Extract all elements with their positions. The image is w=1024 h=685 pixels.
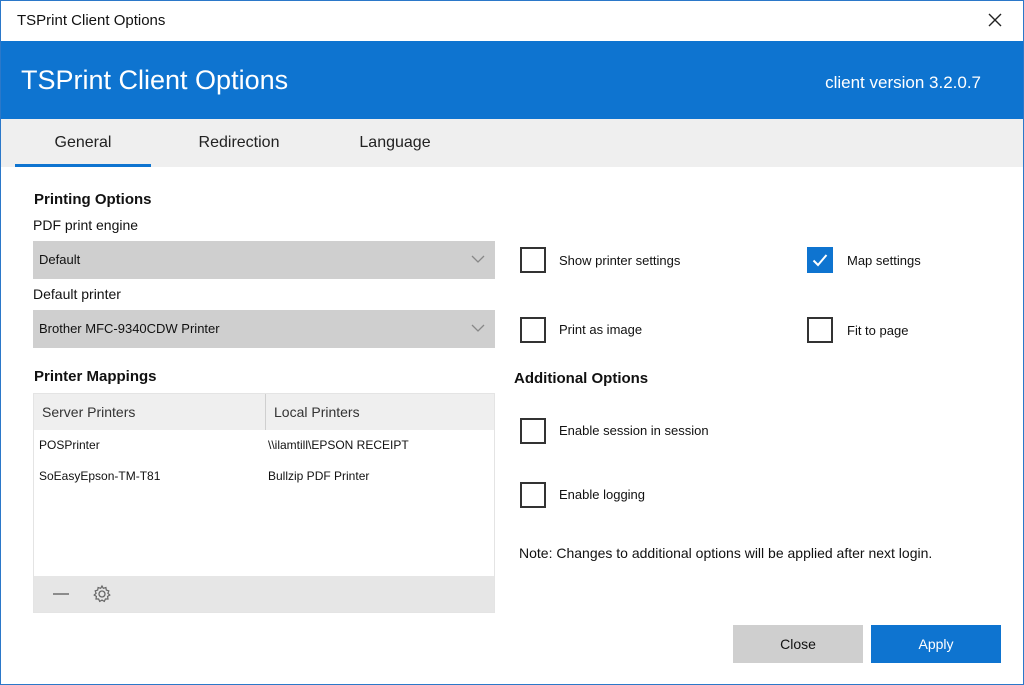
table-row[interactable]: SoEasyEpson-TM-T81 Bullzip PDF Printer bbox=[34, 462, 494, 492]
pdf-engine-select[interactable]: Default bbox=[33, 241, 495, 279]
column-header-server[interactable]: Server Printers bbox=[42, 404, 135, 420]
tab-redirection[interactable]: Redirection bbox=[171, 119, 307, 167]
minus-icon[interactable] bbox=[51, 584, 71, 604]
pdf-engine-value: Default bbox=[39, 252, 81, 267]
fit-to-page-label: Fit to page bbox=[847, 323, 909, 338]
default-printer-value: Brother MFC-9340CDW Printer bbox=[39, 321, 220, 336]
server-printer-cell: POSPrinter bbox=[39, 438, 100, 452]
enable-logging-checkbox[interactable] bbox=[520, 482, 546, 508]
fit-to-page-checkbox[interactable] bbox=[807, 317, 833, 343]
enable-session-checkbox[interactable] bbox=[520, 418, 546, 444]
client-version: client version 3.2.0.7 bbox=[825, 73, 981, 92]
show-printer-settings-checkbox[interactable] bbox=[520, 247, 546, 273]
tab-language[interactable]: Language bbox=[327, 119, 463, 167]
print-as-image-checkbox[interactable] bbox=[520, 317, 546, 343]
print-as-image-label: Print as image bbox=[559, 322, 643, 337]
show-printer-settings-label: Show printer settings bbox=[559, 253, 681, 268]
printer-mappings-title: Printer Mappings bbox=[34, 368, 157, 385]
column-divider bbox=[265, 394, 266, 430]
pdf-engine-label: PDF print engine bbox=[33, 217, 139, 233]
apply-button[interactable]: Apply bbox=[871, 625, 1001, 663]
tab-strip: General Redirection Language bbox=[1, 119, 1023, 167]
window-title: TSPrint Client Options bbox=[17, 12, 166, 29]
tab-general[interactable]: General bbox=[15, 119, 151, 167]
table-toolbar bbox=[34, 576, 494, 612]
column-header-local[interactable]: Local Printers bbox=[274, 404, 360, 420]
header-banner: TSPrint Client Options client version 3.… bbox=[1, 41, 1023, 119]
enable-session-label: Enable session in session bbox=[559, 423, 709, 438]
enable-logging-label: Enable logging bbox=[559, 487, 646, 502]
additional-options-title: Additional Options bbox=[514, 370, 649, 387]
header-title: TSPrint Client Options bbox=[21, 65, 289, 95]
default-printer-select[interactable]: Brother MFC-9340CDW Printer bbox=[33, 310, 495, 348]
printer-mappings-table: Server Printers Local Printers POSPrinte… bbox=[33, 393, 495, 613]
local-printer-cell: Bullzip PDF Printer bbox=[268, 469, 370, 483]
default-printer-label: Default printer bbox=[33, 286, 121, 302]
checkmark-icon bbox=[812, 254, 828, 267]
options-window: TSPrint Client Options TSPrint Client Op… bbox=[0, 0, 1024, 685]
table-header: Server Printers Local Printers bbox=[34, 394, 494, 430]
close-button[interactable]: Close bbox=[733, 625, 863, 663]
local-printer-cell: \\ilamtill\EPSON RECEIPT bbox=[268, 438, 409, 452]
server-printer-cell: SoEasyEpson-TM-T81 bbox=[39, 469, 161, 483]
chevron-down-icon bbox=[471, 324, 485, 332]
map-settings-checkbox[interactable] bbox=[807, 247, 833, 273]
map-settings-label: Map settings bbox=[847, 253, 921, 268]
title-bar: TSPrint Client Options bbox=[1, 1, 1023, 41]
table-row[interactable]: POSPrinter \\ilamtill\EPSON RECEIPT bbox=[34, 431, 494, 461]
printing-options-title: Printing Options bbox=[34, 191, 152, 208]
chevron-down-icon bbox=[471, 255, 485, 263]
close-icon[interactable] bbox=[983, 8, 1007, 32]
additional-options-note: Note: Changes to additional options will… bbox=[519, 545, 933, 561]
gear-icon[interactable] bbox=[92, 584, 112, 604]
